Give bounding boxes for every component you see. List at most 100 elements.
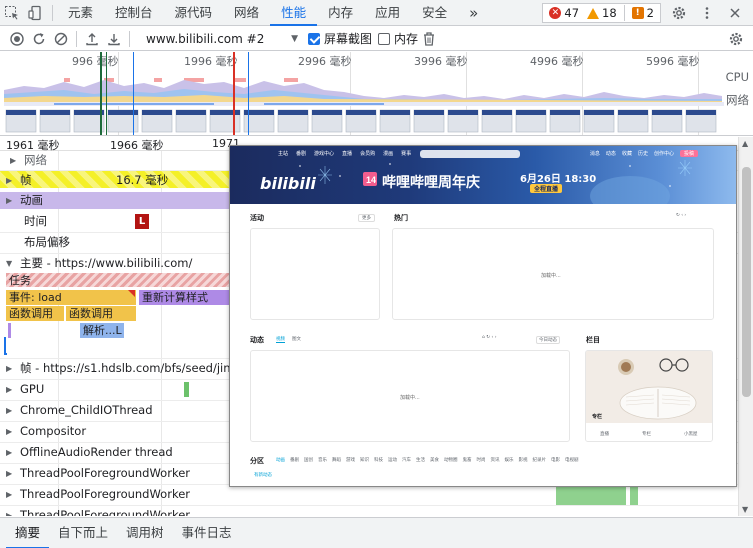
tab-elements[interactable]: 元素 bbox=[57, 0, 104, 26]
bili-section-title: 分区 bbox=[250, 457, 264, 465]
issues-icon: ! bbox=[631, 7, 644, 19]
screenshots-checkbox-box[interactable] bbox=[308, 32, 320, 45]
selection-bracket bbox=[4, 337, 7, 355]
overview-tick: 2996 毫秒 bbox=[298, 55, 352, 68]
gpu-task-bar[interactable] bbox=[184, 382, 189, 397]
bili-column-card: 专栏 直播 专栏 小黑屋 bbox=[585, 350, 713, 442]
event-sliver[interactable] bbox=[8, 323, 11, 338]
tab-console[interactable]: 控制台 bbox=[104, 0, 164, 26]
timeline-overview[interactable]: 996 毫秒 1996 毫秒 2996 毫秒 3996 毫秒 4996 毫秒 5… bbox=[0, 52, 753, 136]
load-timing-marker[interactable]: L bbox=[135, 214, 149, 229]
bili-loading-text: 加载中... bbox=[541, 273, 561, 279]
track-label: ThreadPoolForegroundWorker bbox=[20, 466, 190, 480]
tab-performance[interactable]: 性能 bbox=[270, 0, 318, 26]
settings-gear-icon[interactable] bbox=[667, 1, 691, 25]
issues-count-badge[interactable]: ! 2 bbox=[629, 6, 657, 20]
memory-checkbox-box[interactable] bbox=[378, 32, 391, 45]
scroll-up-arrow-icon[interactable]: ▲ bbox=[742, 139, 748, 148]
function-call-bar[interactable]: 函数调用 bbox=[6, 306, 64, 321]
reload-record-icon[interactable] bbox=[28, 28, 50, 50]
expand-arrow-icon[interactable]: ▶ bbox=[6, 400, 16, 421]
capture-settings-gear-icon[interactable] bbox=[725, 28, 747, 50]
bili-nav-item: 历史 bbox=[637, 150, 648, 157]
track-label: 动画 bbox=[20, 193, 43, 207]
devtools-tabbar: 元素 控制台 源代码 网络 性能 内存 应用 安全 » ✕ 47 18 ! 2 bbox=[0, 0, 753, 26]
bili-dynamic-more: 今日动态 bbox=[536, 336, 560, 344]
tab-application[interactable]: 应用 bbox=[364, 0, 411, 26]
bili-nav-item: 消息 bbox=[589, 150, 600, 157]
bili-nav-item: 收藏 bbox=[621, 150, 632, 157]
recording-select[interactable]: www.bilibili.com #2 ▼ bbox=[142, 29, 302, 49]
worker-task-bar[interactable] bbox=[630, 484, 638, 505]
memory-checkbox-label: 内存 bbox=[394, 32, 419, 46]
expand-arrow-icon[interactable]: ▶ bbox=[6, 484, 16, 505]
expand-arrow-icon[interactable]: ▶ bbox=[6, 358, 16, 379]
bili-column-link: 小黑屋 bbox=[684, 432, 698, 437]
bili-zone-tab: 资讯 bbox=[490, 458, 500, 463]
tab-bottom-up[interactable]: 自下而上 bbox=[49, 518, 117, 548]
track-label: GPU bbox=[20, 382, 45, 396]
flame-chart-scrollbar[interactable]: ▲ ▼ bbox=[738, 137, 753, 516]
close-devtools-icon[interactable] bbox=[723, 1, 747, 25]
inspect-element-icon[interactable] bbox=[0, 1, 24, 25]
expand-arrow-icon[interactable]: ▶ bbox=[10, 150, 20, 171]
selection-marker[interactable] bbox=[106, 52, 107, 135]
screenshots-checkbox[interactable]: 屏幕截图 bbox=[308, 30, 372, 47]
track-label: 时间 bbox=[24, 214, 47, 228]
chevron-down-icon: ▼ bbox=[291, 33, 298, 44]
tab-call-tree[interactable]: 调用树 bbox=[117, 518, 173, 548]
track-worker[interactable]: ▶ ThreadPoolForegroundWorker bbox=[0, 484, 738, 505]
track-label: 布局偏移 bbox=[24, 235, 70, 249]
collapse-arrow-icon[interactable]: ▼ bbox=[6, 253, 16, 274]
bili-zone-tab: 番剧 bbox=[290, 458, 299, 463]
tab-event-log[interactable]: 事件日志 bbox=[173, 518, 241, 548]
trash-icon[interactable] bbox=[418, 28, 440, 50]
selection-end-marker[interactable] bbox=[133, 52, 134, 135]
more-tabs-button[interactable]: » bbox=[458, 0, 489, 26]
screenshots-checkbox-label: 屏幕截图 bbox=[324, 32, 373, 46]
expand-arrow-icon[interactable]: ▶ bbox=[6, 442, 16, 463]
tab-summary[interactable]: 摘要 bbox=[6, 518, 50, 548]
expand-arrow-icon[interactable]: ▶ bbox=[6, 379, 16, 400]
tab-memory[interactable]: 内存 bbox=[317, 0, 364, 26]
bili-section-title: 栏目 bbox=[586, 336, 600, 344]
download-icon[interactable] bbox=[103, 28, 125, 50]
warning-count-badge[interactable]: 18 bbox=[584, 6, 620, 20]
tab-network[interactable]: 网络 bbox=[223, 0, 270, 26]
screenshot-filmstrip[interactable] bbox=[4, 102, 724, 135]
scrollbar-thumb[interactable] bbox=[742, 167, 751, 397]
scroll-down-arrow-icon[interactable]: ▼ bbox=[742, 505, 748, 514]
load-event-bar[interactable]: 事件: load bbox=[6, 290, 136, 305]
bili-upload-button: 投稿 bbox=[679, 149, 698, 157]
track-worker[interactable]: ▶ ThreadPoolForegroundWorker bbox=[0, 505, 738, 516]
tab-sources[interactable]: 源代码 bbox=[164, 0, 224, 26]
issue-counters[interactable]: ✕ 47 18 ! 2 bbox=[542, 3, 661, 23]
expand-arrow-icon[interactable]: ▶ bbox=[6, 505, 16, 516]
device-toolbar-icon[interactable] bbox=[24, 1, 48, 25]
bili-nav-item: 漫画 bbox=[383, 150, 394, 157]
expand-arrow-icon[interactable]: ▶ bbox=[6, 170, 16, 191]
track-label: Compositor bbox=[20, 424, 87, 438]
parse-html-bar[interactable]: 解析...L bbox=[80, 323, 124, 338]
expand-arrow-icon[interactable]: ▶ bbox=[6, 463, 16, 484]
track-label: 帧 bbox=[20, 173, 32, 187]
warning-icon bbox=[587, 7, 600, 19]
toolbar-separator bbox=[76, 30, 77, 47]
bili-zone-tab: 科技 bbox=[374, 458, 383, 463]
more-options-icon[interactable] bbox=[695, 1, 719, 25]
tab-security[interactable]: 安全 bbox=[411, 0, 458, 26]
worker-task-bar[interactable] bbox=[556, 484, 626, 505]
memory-checkbox[interactable]: 内存 bbox=[378, 30, 418, 47]
task-label[interactable]: 任务 bbox=[6, 273, 230, 288]
bili-zone-tab: 游戏 bbox=[346, 458, 355, 463]
overview-tick: 4996 毫秒 bbox=[530, 55, 584, 68]
error-count-badge[interactable]: ✕ 47 bbox=[546, 6, 582, 20]
selection-start-marker[interactable] bbox=[100, 52, 102, 135]
expand-arrow-icon[interactable]: ▶ bbox=[6, 421, 16, 442]
function-call-bar[interactable]: 函数调用 bbox=[66, 306, 136, 321]
expand-arrow-icon[interactable]: ▶ bbox=[6, 190, 16, 211]
recalc-style-bar[interactable]: 重新计算样式 bbox=[139, 290, 230, 305]
record-icon[interactable] bbox=[6, 28, 28, 50]
upload-icon[interactable] bbox=[81, 28, 103, 50]
clear-icon[interactable] bbox=[50, 28, 72, 50]
